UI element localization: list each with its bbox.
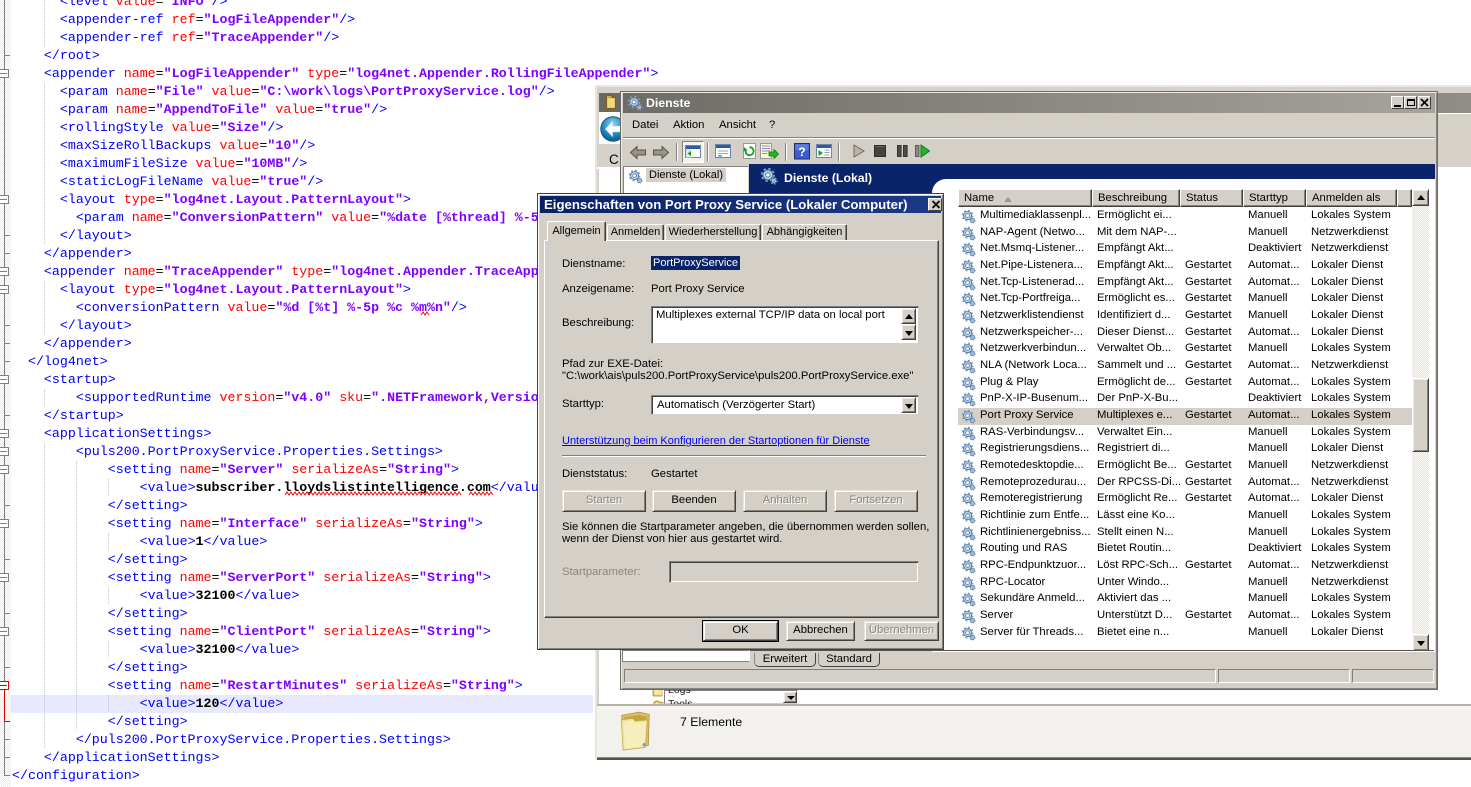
svg-text:?: ? xyxy=(798,145,805,159)
